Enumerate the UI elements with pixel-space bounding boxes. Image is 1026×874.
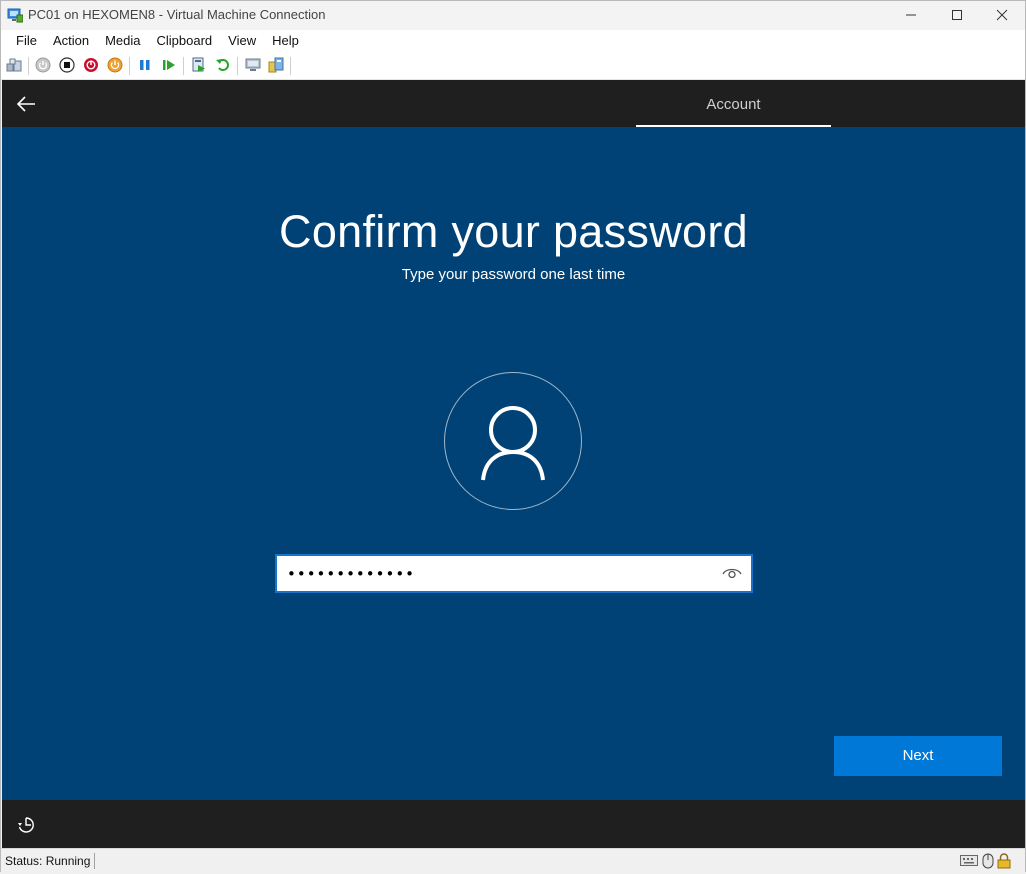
menu-view[interactable]: View <box>220 30 264 52</box>
vm-screen: Account Confirm your password Type your … <box>2 80 1025 848</box>
page-subtitle: Type your password one last time <box>401 266 626 283</box>
password-input-value[interactable]: ••••••••••••• <box>287 565 415 583</box>
shut-down-icon[interactable] <box>83 57 99 73</box>
share-icon[interactable] <box>268 57 284 73</box>
password-field[interactable]: ••••••••••••• <box>275 554 753 593</box>
avatar <box>444 372 582 510</box>
close-icon <box>996 9 1008 21</box>
minimize-icon <box>906 14 916 16</box>
menu-file[interactable]: File <box>8 30 45 52</box>
toolbar-separator <box>183 57 184 75</box>
toolbar-separator <box>28 57 29 75</box>
next-button[interactable]: Next <box>834 736 1002 776</box>
back-arrow-icon[interactable] <box>16 94 36 114</box>
toolbar-separator <box>129 57 130 75</box>
ctrl-alt-del-icon[interactable] <box>6 57 22 73</box>
checkpoint-icon[interactable] <box>191 57 207 73</box>
status-bar: Status: Running <box>1 848 1025 873</box>
maximize-icon <box>952 10 962 20</box>
maximize-button[interactable] <box>934 1 980 29</box>
title-bar: PC01 on HEXOMEN8 - Virtual Machine Conne… <box>1 1 1025 29</box>
oobe-header: Account <box>2 80 1025 127</box>
toolbar-separator <box>237 57 238 75</box>
mouse-icon <box>982 853 994 874</box>
minimize-button[interactable] <box>888 1 934 29</box>
tab-active-indicator <box>636 125 831 127</box>
keyboard-icon <box>960 853 978 872</box>
save-icon[interactable] <box>107 57 123 73</box>
menu-help[interactable]: Help <box>264 30 307 52</box>
menu-action[interactable]: Action <box>45 30 97 52</box>
status-separator <box>94 853 95 869</box>
tab-account: Account <box>706 96 761 113</box>
window-title: PC01 on HEXOMEN8 - Virtual Machine Conne… <box>28 7 326 22</box>
reveal-password-icon[interactable] <box>721 565 743 581</box>
page-title: Confirm your password <box>279 206 748 257</box>
lock-icon <box>997 853 1011 874</box>
start-icon[interactable] <box>35 57 51 73</box>
turn-off-icon[interactable] <box>59 57 75 73</box>
toolbar <box>1 52 1025 80</box>
status-text: Status: Running <box>5 854 91 868</box>
revert-icon[interactable] <box>215 57 231 73</box>
toolbar-separator <box>290 57 291 75</box>
menu-bar: File Action Media Clipboard View Help <box>1 30 1025 52</box>
menu-clipboard[interactable]: Clipboard <box>149 30 221 52</box>
oobe-footer <box>2 800 1025 848</box>
resume-icon[interactable] <box>161 57 177 73</box>
vm-connection-icon <box>7 7 24 23</box>
enhanced-session-icon[interactable] <box>245 57 261 73</box>
close-button[interactable] <box>979 1 1025 29</box>
ease-of-access-icon[interactable] <box>17 816 35 834</box>
menu-media[interactable]: Media <box>97 30 148 52</box>
pause-icon[interactable] <box>137 57 153 73</box>
user-icon <box>481 406 545 481</box>
vm-connection-window: PC01 on HEXOMEN8 - Virtual Machine Conne… <box>0 0 1026 873</box>
